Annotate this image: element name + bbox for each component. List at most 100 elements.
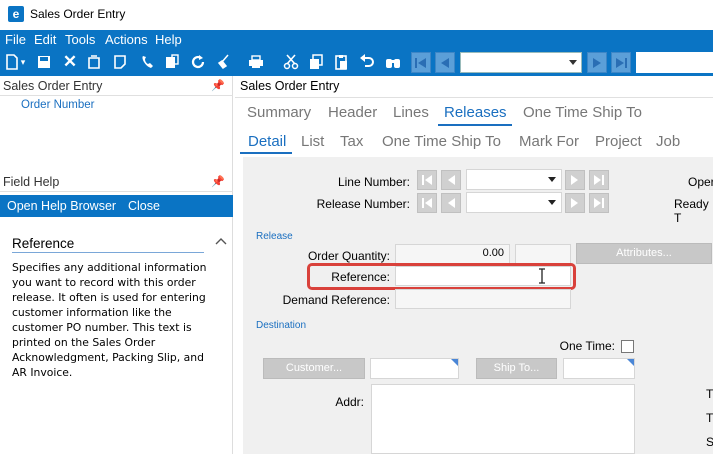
attributes-button[interactable]: Attributes...	[576, 243, 712, 264]
clear-icon[interactable]	[214, 52, 234, 72]
open-help-browser-link[interactable]: Open Help Browser	[7, 199, 116, 213]
tab-releases[interactable]: Releases	[444, 104, 507, 121]
right-label-1: T	[706, 387, 713, 401]
menu-tools[interactable]: Tools	[65, 32, 95, 47]
open-label: Oper	[688, 175, 713, 189]
order-quantity-uom-field[interactable]	[515, 244, 571, 264]
first-release-icon[interactable]	[417, 193, 437, 213]
toolbar: ▾ ✕	[0, 49, 713, 76]
tab-summary[interactable]: Summary	[247, 104, 311, 121]
prev-record-icon[interactable]	[435, 52, 455, 73]
pin-icon[interactable]: 📌	[211, 175, 225, 188]
app-logo-icon: e	[8, 6, 24, 22]
order-quantity-value: 0.00	[482, 247, 504, 259]
subtab-one-time-ship-to[interactable]: One Time Ship To	[382, 133, 501, 150]
help-bar: Open Help Browser Close	[0, 195, 233, 217]
tree-panel-title: Sales Order Entry	[3, 79, 103, 93]
last-line-icon[interactable]	[589, 170, 609, 190]
print-preview-icon[interactable]	[162, 52, 182, 72]
page-title: Sales Order Entry	[240, 79, 340, 93]
line-number-label: Line Number:	[337, 175, 410, 189]
tree-item-order-number[interactable]: Order Number	[21, 99, 95, 111]
close-help-link[interactable]: Close	[128, 199, 160, 213]
release-number-combo[interactable]	[466, 192, 562, 213]
undo-icon[interactable]	[357, 52, 377, 72]
demand-reference-field[interactable]	[395, 289, 571, 309]
one-time-checkbox[interactable]	[621, 340, 634, 353]
print-icon[interactable]	[246, 52, 266, 72]
tab-lines[interactable]: Lines	[393, 104, 429, 121]
ship-to-button[interactable]: Ship To...	[476, 358, 557, 379]
attach-icon[interactable]	[84, 52, 104, 72]
delete-icon[interactable]: ✕	[60, 52, 80, 72]
subtab-detail[interactable]: Detail	[248, 133, 286, 150]
notes-icon[interactable]	[110, 52, 130, 72]
field-help-title: Field Help	[3, 175, 60, 189]
record-navigation-combo[interactable]	[460, 52, 582, 73]
order-quantity-label: Order Quantity:	[307, 249, 390, 263]
addr-label: Addr:	[335, 395, 364, 409]
ready-label: Ready T	[674, 197, 709, 225]
copy-icon[interactable]	[306, 52, 326, 72]
last-record-icon[interactable]	[611, 52, 631, 73]
next-line-icon[interactable]	[565, 170, 585, 190]
lookup-corner-icon	[627, 359, 634, 366]
release-number-label: Release Number:	[316, 197, 410, 211]
menu-file[interactable]: File	[5, 32, 26, 47]
paste-icon[interactable]	[331, 52, 351, 72]
right-label-3: S	[706, 435, 713, 449]
active-subtab-indicator	[240, 152, 292, 154]
next-record-icon[interactable]	[587, 52, 607, 73]
subtab-tax[interactable]: Tax	[340, 133, 363, 150]
phone-icon[interactable]	[137, 52, 157, 72]
save-icon[interactable]	[34, 52, 54, 72]
active-tab-indicator	[438, 124, 512, 126]
ship-to-field[interactable]	[563, 358, 635, 379]
help-body-text: Specifies any additional information you…	[12, 261, 207, 379]
customer-field[interactable]	[370, 358, 459, 379]
window-title: Sales Order Entry	[30, 7, 126, 21]
release-section-label: Release	[256, 231, 293, 242]
refresh-icon[interactable]	[188, 52, 208, 72]
menu-edit[interactable]: Edit	[34, 32, 56, 47]
chevron-down-icon	[569, 60, 577, 65]
chevron-up-icon[interactable]	[215, 236, 227, 246]
help-divider	[12, 252, 204, 253]
first-record-icon[interactable]	[411, 52, 431, 73]
subtab-project[interactable]: Project	[595, 133, 642, 150]
tab-header[interactable]: Header	[328, 104, 377, 121]
tab-one-time-ship-to[interactable]: One Time Ship To	[523, 104, 642, 121]
destination-section-label: Destination	[256, 320, 307, 331]
next-release-icon[interactable]	[565, 193, 585, 213]
help-heading: Reference	[12, 236, 75, 251]
search-icon[interactable]	[383, 52, 403, 72]
toolbar-search-input[interactable]	[636, 52, 713, 73]
subtab-list[interactable]: List	[301, 133, 324, 150]
first-line-icon[interactable]	[417, 170, 437, 190]
chevron-down-icon	[548, 177, 556, 182]
subtab-mark-for[interactable]: Mark For	[519, 133, 579, 150]
order-quantity-field[interactable]: 0.00	[395, 244, 510, 264]
lookup-corner-icon	[451, 359, 458, 366]
tree-panel-header: Sales Order Entry 📌	[0, 76, 233, 96]
cut-icon[interactable]	[281, 52, 301, 72]
pin-icon[interactable]: 📌	[211, 79, 225, 92]
new-dropdown-icon[interactable]: ▾	[18, 52, 28, 72]
divider	[235, 97, 713, 98]
menu-help[interactable]: Help	[155, 32, 182, 47]
demand-reference-label: Demand Reference:	[282, 293, 390, 307]
one-time-label: One Time:	[559, 339, 615, 353]
line-number-combo[interactable]	[466, 169, 562, 190]
field-help-header: Field Help 📌	[0, 172, 233, 192]
subtab-job[interactable]: Job	[656, 133, 680, 150]
last-release-icon[interactable]	[589, 193, 609, 213]
text-cursor-icon	[539, 268, 545, 284]
menu-actions[interactable]: Actions	[105, 32, 148, 47]
right-label-2: T	[706, 411, 713, 425]
prev-release-icon[interactable]	[441, 193, 461, 213]
customer-button[interactable]: Customer...	[263, 358, 365, 379]
prev-line-icon[interactable]	[441, 170, 461, 190]
reference-highlight	[307, 263, 576, 290]
address-textarea[interactable]	[371, 384, 635, 454]
title-bar: e Sales Order Entry	[0, 0, 713, 30]
